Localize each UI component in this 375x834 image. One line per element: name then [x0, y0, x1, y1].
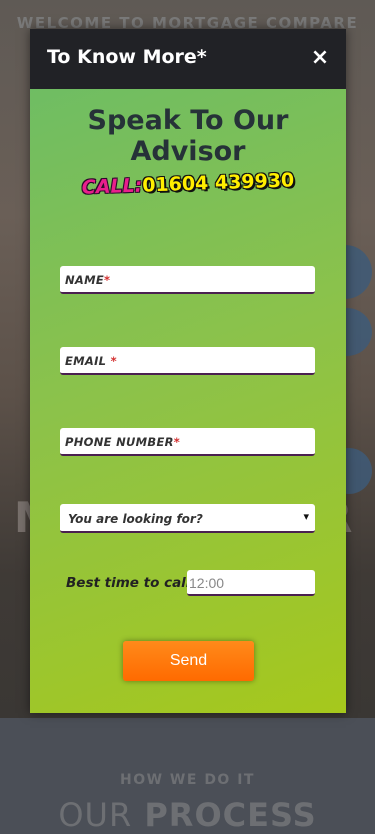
email-field[interactable]: EMAIL * [60, 347, 315, 375]
modal-header: To Know More* × [30, 29, 346, 89]
call-line: CALL:01604 439930 [30, 167, 347, 200]
contact-modal: To Know More* × Speak To Our Advisor CAL… [30, 29, 346, 713]
phone-field-label: PHONE NUMBER* [65, 435, 181, 449]
required-mark: * [104, 273, 111, 287]
required-mark: * [110, 354, 117, 368]
background-process-text: PROCESS [144, 796, 317, 834]
best-time-value: 12:00 [189, 575, 225, 591]
chevron-down-icon: ▾ [303, 510, 309, 523]
name-field-label: NAME* [65, 273, 111, 287]
call-number[interactable]: 01604 439930 [142, 169, 295, 196]
email-field-label: EMAIL * [65, 354, 117, 368]
background-how-text: HOW WE DO IT [120, 772, 255, 788]
send-button[interactable]: Send [123, 641, 254, 681]
best-time-label: Best time to call [66, 575, 191, 591]
required-mark: * [173, 435, 181, 449]
phone-field[interactable]: PHONE NUMBER* [60, 428, 315, 456]
close-icon: × [310, 45, 330, 70]
background-process-title: OUR PROCESS [0, 796, 375, 834]
best-time-input[interactable]: 12:00 [187, 570, 315, 596]
name-field[interactable]: NAME* [60, 266, 315, 294]
background-our-text: OUR [58, 796, 133, 834]
looking-for-selected-value: You are looking for? [68, 512, 203, 526]
modal-body: Speak To Our Advisor CALL:01604 439930 N… [30, 89, 346, 713]
modal-title: To Know More* [47, 46, 207, 68]
close-button[interactable]: × [308, 43, 332, 73]
looking-for-select[interactable]: You are looking for? ▾ [60, 504, 315, 533]
call-label: CALL: [81, 174, 143, 199]
advisor-heading: Speak To Our Advisor [87, 105, 289, 167]
